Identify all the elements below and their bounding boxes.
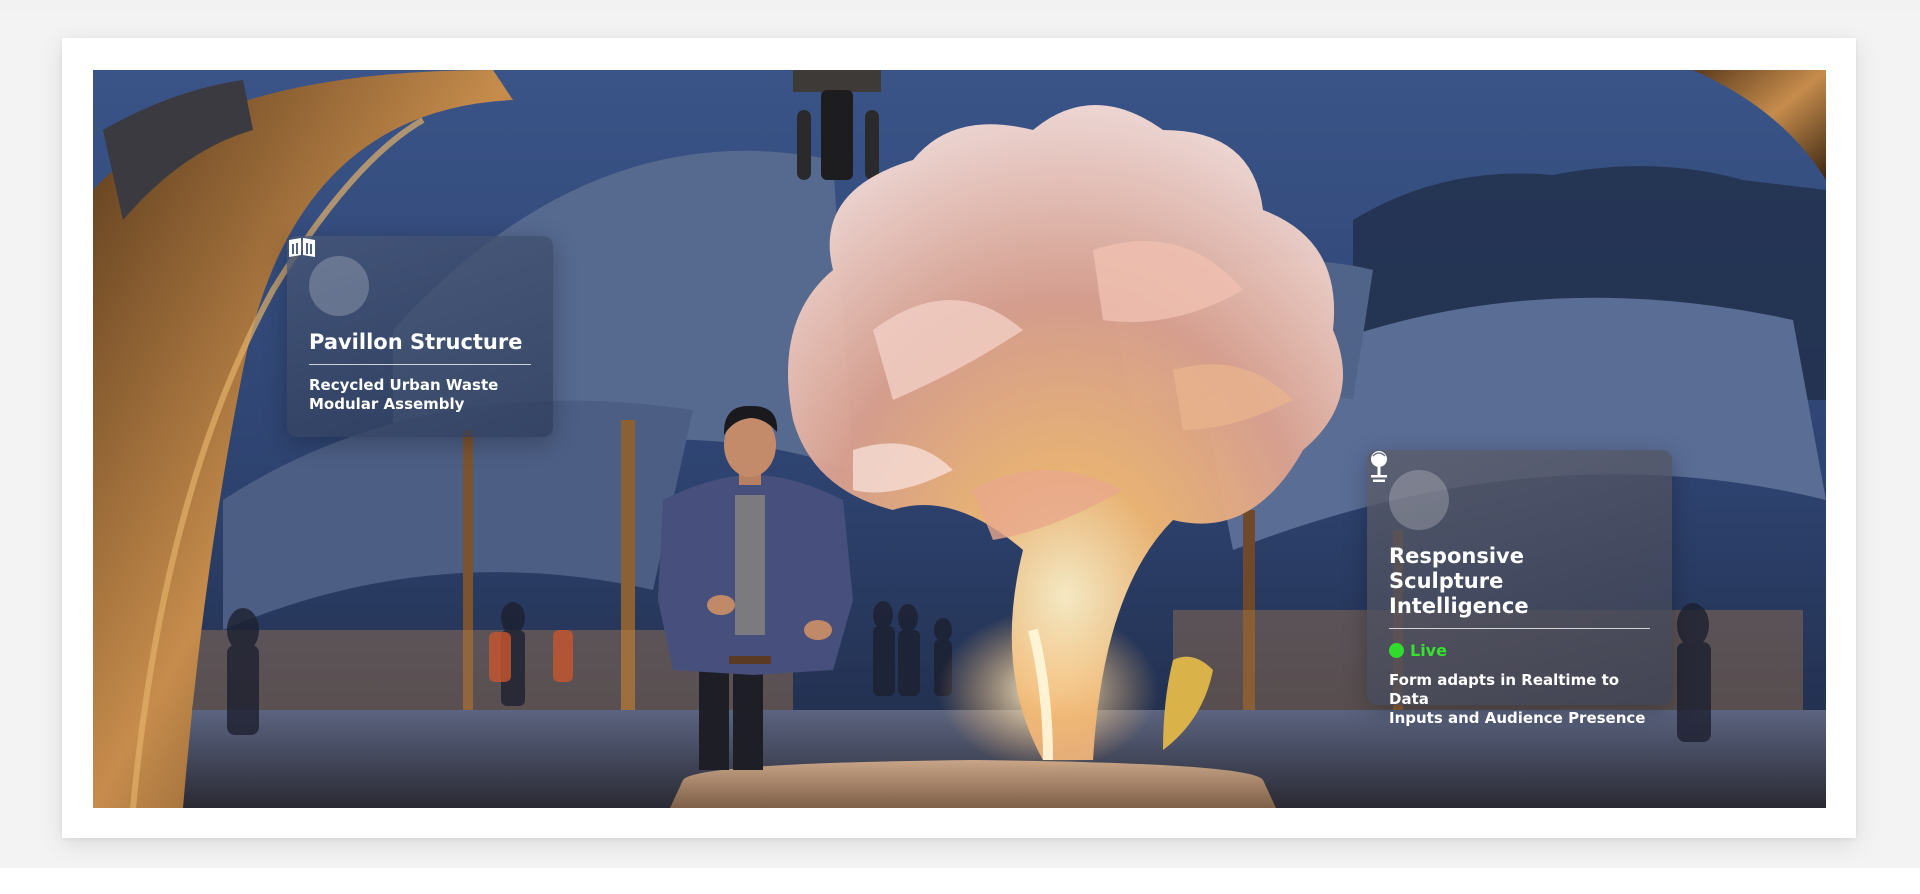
- sculpture-description-line-2: Inputs and Audience Presence: [1389, 709, 1646, 727]
- bottom-strip: [0, 868, 1920, 894]
- sculpture-title-line-2: Sculpture Intelligence: [1389, 569, 1529, 618]
- sculpture-card-title: Responsive Sculpture Intelligence: [1389, 544, 1650, 619]
- pavilion-card-divider: [309, 364, 531, 365]
- pavilion-structure-card: Pavillon Structure Recycled Urban Waste …: [287, 236, 553, 437]
- live-status-label: Live: [1410, 641, 1447, 660]
- pavilion-card-title: Pavillon Structure: [309, 330, 523, 354]
- live-status: Live: [1389, 641, 1650, 660]
- live-status-dot-icon: [1389, 643, 1404, 658]
- sculpture-scene-image: Pavillon Structure Recycled Urban Waste …: [93, 70, 1826, 808]
- sculpture-intelligence-card: Responsive Sculpture Intelligence Live F…: [1367, 450, 1672, 727]
- pavilion-card-description: Recycled Urban Waste Modular Assembly: [309, 376, 531, 414]
- book-building-icon: [289, 238, 369, 316]
- sculpture-description-line-1: Form adapts in Realtime to Data: [1389, 671, 1620, 708]
- sculpture-title-line-1: Responsive: [1389, 544, 1524, 568]
- sculpture-card-description: Form adapts in Realtime to Data Inputs a…: [1389, 671, 1650, 728]
- pavilion-description-line-2: Modular Assembly: [309, 395, 465, 413]
- pavilion-description-line-1: Recycled Urban Waste: [309, 376, 499, 394]
- sculpture-card-divider: [1389, 628, 1650, 629]
- sculpture-pedestal-icon: [1371, 451, 1449, 530]
